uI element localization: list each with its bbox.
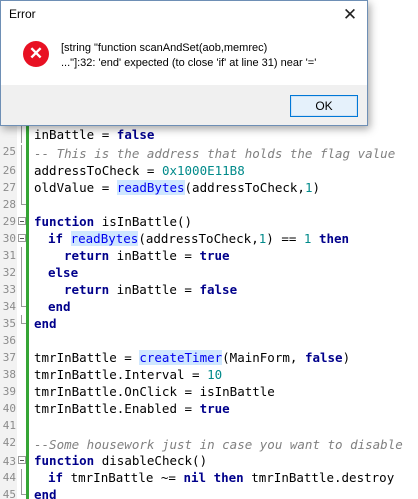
code-keyword: function [34,453,95,468]
code-keyword: false [199,282,238,297]
code-token: tmrInBattle.Interval = [34,367,208,382]
code-comment: -- This is the address that holds the fl… [34,146,396,161]
code-token: = [94,127,117,142]
fold-end-marker [21,298,26,307]
code-line-34[interactable]: 34 return inBattle = false [0,281,418,313]
code-token: tmrInBattle.destroy [243,470,395,485]
code-token: inBattle [34,127,95,142]
code-token: tmrInBattle ~= [63,470,184,485]
code-line-27[interactable]: 27 addressToCheck = 0x1000E11B8 [0,162,418,194]
code-line-29[interactable]: 29 [0,196,418,228]
code-keyword: end [34,487,57,499]
code-token: ) [342,350,351,365]
error-icon: ✕ [23,41,49,67]
dialog-titlebar[interactable]: Error ✕ [1,1,367,29]
code-keyword: return [64,248,110,263]
code-line-32[interactable]: 32 return inBattle = true [0,247,418,279]
code-line-43[interactable]: 43 --Some housework just in case you wan… [0,436,418,468]
fold-end-marker [21,486,26,495]
code-line-44[interactable]: 44 function disableCheck() [0,452,418,484]
code-line-30[interactable]: 30 function isInBattle() [0,213,418,245]
fold-guide [21,281,22,298]
fold-end-marker [21,315,26,324]
fold-guide [21,126,22,143]
code-token: (addressToCheck, [138,231,259,246]
fold-guide [21,469,22,486]
code-token: inBattle = [109,282,200,297]
error-dialog[interactable]: Error ✕ ✕ [string "function scanAndSet(a… [0,0,368,126]
code-keyword: false [304,350,343,365]
fold-guide [21,264,22,281]
code-line-35[interactable]: 35 end [0,298,418,330]
code-token: ) [312,180,321,195]
code-token: ) == [266,231,304,246]
code-line-40[interactable]: 40 tmrInBattle.OnClick = isInBattle [0,383,418,415]
code-token: tmrInBattle.Enabled = [34,401,200,416]
code-keyword: true [199,248,230,263]
dialog-footer: OK [1,85,367,125]
fold-guide [21,179,22,196]
error-message: [string "function scanAndSet(aob,memrec)… [61,41,361,71]
code-token: disableCheck() [94,453,208,468]
code-keyword: nil [183,470,207,485]
code-keyword: false [116,127,155,142]
code-line-39[interactable]: 39 tmrInBattle.Interval = 10 [0,366,418,398]
code-token: (addressToCheck, [184,180,305,195]
code-token: tmrInBattle = [34,350,140,365]
code-token: inBattle = [109,248,200,263]
fold-guide [21,162,22,179]
ok-button[interactable]: OK [290,95,358,117]
fold-guide [21,247,22,264]
code-keyword: then [213,470,244,485]
code-line-42[interactable]: 42 [0,417,418,449]
code-line-28[interactable]: 28 oldValue = readBytes(addressToCheck,1… [0,179,418,211]
code-keyword: else [48,265,79,280]
fold-toggle-icon[interactable] [18,234,26,242]
code-line-33[interactable]: 33 else [0,264,418,296]
error-message-line: [string "function scanAndSet(aob,memrec) [61,42,268,54]
code-keyword: then [318,231,350,246]
code-token: tmrInBattle.OnClick = isInBattle [34,384,275,399]
fold-guide [21,145,22,162]
code-function-call: createTimer [139,350,223,365]
error-message-line: ..."]:32: 'end' expected (to close 'if' … [61,57,317,69]
code-function-call: readBytes [70,231,139,246]
code-token: oldValue = [34,180,117,195]
code-token: isInBattle() [94,214,193,229]
code-line-45[interactable]: 45 if tmrInBattle ~= nil then tmrInBattl… [0,469,418,499]
code-line-46[interactable]: 46 end [0,486,418,499]
code-keyword: end [34,316,57,331]
dialog-body: ✕ [string "function scanAndSet(aob,memre… [1,29,367,85]
code-function-call: readBytes [116,180,185,195]
code-keyword: function [34,214,95,229]
code-keyword: if [48,231,64,246]
code-line-38[interactable]: 38 tmrInBattle = createTimer(MainForm, f… [0,349,418,381]
code-line-41[interactable]: 41 tmrInBattle.Enabled = true [0,400,418,432]
close-icon[interactable]: ✕ [333,1,367,29]
dialog-title: Error [9,7,36,21]
fold-toggle-icon[interactable] [18,456,26,464]
code-line-37[interactable]: 37 [0,332,418,364]
code-keyword: true [199,401,230,416]
fold-end-marker [21,196,26,205]
code-number: 10 [207,367,223,382]
code-token: (MainForm, [222,350,305,365]
code-keyword: if [48,470,64,485]
code-line-36[interactable]: 36 end [0,315,418,347]
code-token: addressToCheck = [34,163,162,178]
code-line-26[interactable]: 26 -- This is the address that holds the… [0,145,418,177]
fold-toggle-icon[interactable] [18,217,26,225]
code-keyword: return [64,282,110,297]
code-comment: --Some housework just in case you want t… [34,437,403,452]
code-number: 0x1000E11B8 [161,163,245,178]
code-keyword: end [48,299,71,314]
code-line-25[interactable]: 25 inBattle = false [0,126,418,158]
code-line-31[interactable]: 31 if readBytes(addressToCheck,1) == 1 t… [0,230,418,262]
